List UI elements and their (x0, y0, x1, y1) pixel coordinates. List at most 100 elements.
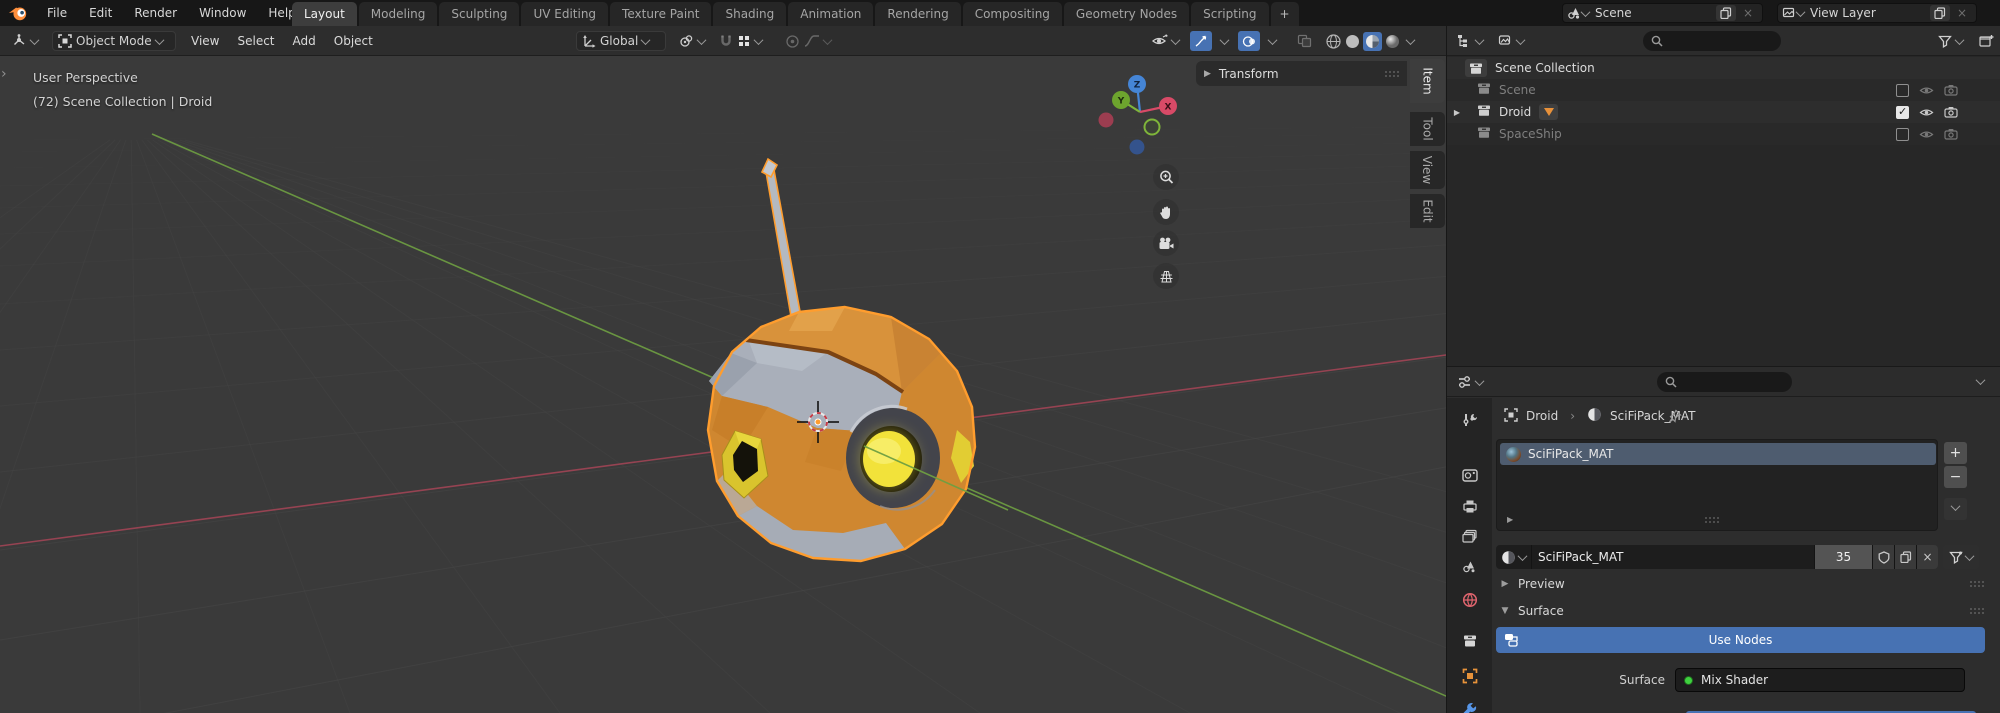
workspace-tab-scripting[interactable]: Scripting (1191, 2, 1268, 26)
new-material-button[interactable] (1894, 545, 1916, 569)
camera-view-button[interactable] (1153, 230, 1179, 256)
new-view-layer-button[interactable] (1930, 5, 1950, 21)
tab-render[interactable] (1455, 461, 1485, 489)
properties-search[interactable] (1657, 372, 1792, 392)
scene-name[interactable]: Scene (1589, 6, 1714, 20)
ortho-toggle-button[interactable] (1153, 263, 1179, 289)
material-filter-button[interactable] (1943, 545, 1979, 569)
workspace-tab-geometry-nodes[interactable]: Geometry Nodes (1064, 2, 1189, 26)
outliner-display-mode-button[interactable] (1493, 31, 1529, 51)
panel-grip[interactable] (1970, 608, 1986, 615)
viewport-menu-select[interactable]: Select (228, 26, 283, 56)
outliner-row-scene-collection[interactable]: Scene Collection (1447, 57, 2000, 79)
gizmo-z[interactable]: Z (1128, 75, 1146, 93)
browse-material-button[interactable] (1496, 545, 1531, 569)
properties-editor-type-button[interactable] (1452, 372, 1488, 392)
droid-object[interactable] (708, 159, 1008, 561)
outliner-search[interactable] (1643, 31, 1781, 51)
chevron-down-icon[interactable] (823, 35, 833, 45)
outliner-editor-type-button[interactable] (1452, 31, 1488, 51)
transform-orientation-selector[interactable]: Global (576, 31, 666, 51)
unlink-scene-button[interactable]: × (1738, 5, 1758, 21)
hide-eye-icon[interactable] (1919, 129, 1934, 140)
outliner-filter-button[interactable] (1933, 31, 1968, 51)
snap-to-icon[interactable] (737, 34, 751, 48)
outliner-row-scene[interactable]: Scene (1447, 79, 2000, 101)
tab-world[interactable] (1455, 586, 1485, 614)
render-visibility-icon[interactable] (1944, 84, 1958, 96)
use-nodes-button[interactable]: Use Nodes (1496, 627, 1985, 653)
sidebar-tab-view[interactable]: View (1410, 151, 1445, 189)
new-collection-button[interactable] (1974, 31, 1999, 51)
remove-view-layer-button[interactable]: × (1952, 5, 1972, 21)
render-visibility-icon[interactable] (1944, 128, 1958, 140)
tab-view-layer[interactable] (1455, 522, 1485, 550)
xray-toggle[interactable] (1292, 31, 1317, 51)
menu-window[interactable]: Window (188, 0, 257, 26)
scene-selector[interactable]: Scene × (1562, 3, 1763, 23)
collection-checkbox[interactable] (1896, 84, 1909, 97)
sidebar-tab-edit[interactable]: Edit (1410, 194, 1445, 228)
pivot-point-button[interactable] (674, 31, 710, 51)
gizmo-minus-z[interactable] (1130, 140, 1145, 155)
viewport-menu-object[interactable]: Object (325, 26, 382, 56)
zoom-button[interactable] (1153, 164, 1179, 190)
material-slot-selected[interactable]: SciFiPack_MAT (1500, 443, 1936, 465)
surface-shader-field[interactable]: Mix Shader (1675, 668, 1965, 692)
workspace-tab-animation[interactable]: Animation (788, 2, 873, 26)
transform-panel-header[interactable]: ▶ Transform (1196, 61, 1407, 86)
navigation-gizmo[interactable]: Z Y X (1086, 68, 1196, 178)
menu-edit[interactable]: Edit (78, 0, 123, 26)
viewport-menu-add[interactable]: Add (284, 26, 325, 56)
viewport-3d[interactable]: › User Perspective (72) Scene Collection… (0, 56, 1446, 713)
sidebar-tab-item[interactable]: Item (1410, 59, 1445, 103)
surface-panel-header[interactable]: ▼ Surface (1492, 599, 2000, 623)
gizmo-y[interactable]: Y (1112, 91, 1130, 109)
workspace-tab-uv-editing[interactable]: UV Editing (521, 2, 608, 26)
add-workspace-tab[interactable]: + (1271, 2, 1299, 26)
shading-rendered-icon[interactable] (1384, 33, 1401, 50)
proportional-edit-icon[interactable] (785, 34, 800, 49)
remove-slot-button[interactable]: − (1944, 466, 1967, 488)
viewport-menu-view[interactable]: View (182, 26, 228, 56)
list-resize-grip[interactable] (1705, 517, 1721, 524)
workspace-tab-modeling[interactable]: Modeling (359, 2, 438, 26)
add-slot-button[interactable]: + (1944, 442, 1967, 464)
new-scene-button[interactable] (1716, 5, 1736, 21)
panel-grip[interactable] (1970, 581, 1986, 588)
tab-collection[interactable] (1455, 626, 1485, 654)
material-users-count[interactable]: 35 (1814, 545, 1872, 569)
gizmo-x[interactable]: X (1159, 97, 1177, 115)
outliner-row-droid[interactable]: ▶ Droid (1447, 101, 2000, 123)
chevron-down-icon[interactable] (1406, 35, 1416, 45)
blender-logo[interactable] (8, 4, 28, 22)
snap-magnet-icon[interactable] (719, 34, 733, 48)
gizmo-minus-x[interactable] (1099, 113, 1114, 128)
pan-button[interactable] (1153, 199, 1179, 225)
falloff-curve-icon[interactable] (804, 34, 820, 48)
gizmo-minus-y[interactable] (1145, 120, 1160, 135)
workspace-tab-layout[interactable]: Layout (292, 2, 357, 26)
hide-eye-icon[interactable] (1919, 85, 1934, 96)
overlays-toggle[interactable] (1238, 31, 1276, 51)
mode-selector[interactable]: Object Mode (52, 31, 176, 51)
object-visibility-button[interactable] (1146, 31, 1184, 51)
tab-output[interactable] (1455, 492, 1485, 520)
breadcrumb-material[interactable]: SciFiPack_MAT (1610, 409, 1695, 423)
sidebar-tab-tool[interactable]: Tool (1410, 112, 1445, 146)
pin-icon[interactable] (1668, 409, 1682, 423)
toolbar-expand-arrow[interactable]: › (1, 66, 7, 82)
view-layer-selector[interactable]: View Layer × (1777, 3, 1977, 23)
shading-wireframe-icon[interactable] (1325, 33, 1342, 50)
menu-render[interactable]: Render (123, 0, 188, 26)
slot-specials-button[interactable] (1944, 498, 1967, 520)
editor-type-button[interactable] (6, 31, 43, 51)
preview-panel-header[interactable]: ▶ Preview (1492, 572, 2000, 596)
expand-arrow-icon[interactable]: ▶ (1451, 108, 1463, 117)
tab-tool[interactable] (1455, 406, 1485, 434)
tab-object[interactable] (1455, 662, 1485, 690)
breadcrumb-object[interactable]: Droid (1526, 409, 1558, 423)
view-layer-name[interactable]: View Layer (1804, 6, 1928, 20)
fake-user-button[interactable] (1872, 545, 1894, 569)
list-expand-arrow[interactable]: ▶ (1507, 515, 1513, 524)
